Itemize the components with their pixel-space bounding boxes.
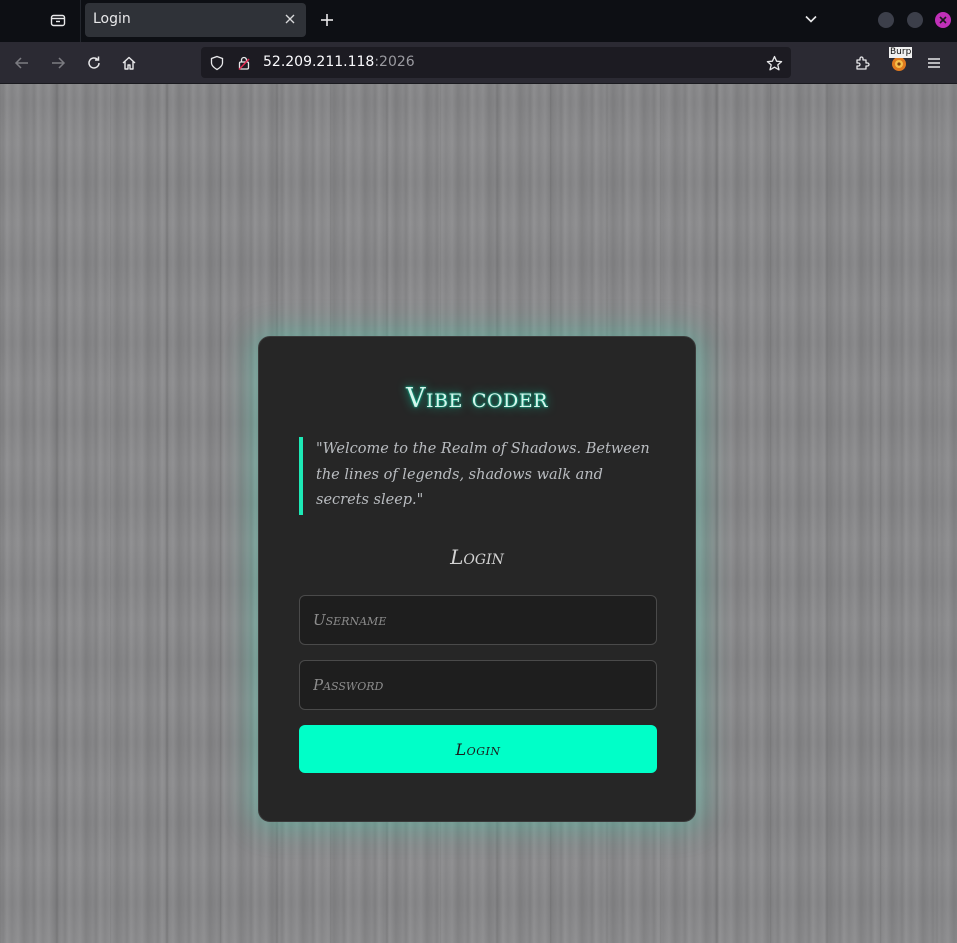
url-host: 52.209.211.118 <box>263 54 375 70</box>
login-card: Vibe coder "Welcome to the Realm of Shad… <box>258 336 696 822</box>
tab-title: Login <box>93 11 131 27</box>
extension-badge-label: Burp <box>889 47 913 58</box>
hamburger-menu-icon[interactable] <box>921 50 947 76</box>
navigation-toolbar: 52.209.211.118:2026 <box>0 42 957 84</box>
close-icon <box>939 16 947 24</box>
tab-bar: Login <box>0 0 957 42</box>
login-button[interactable]: Login <box>299 725 657 773</box>
back-arrow-icon[interactable] <box>9 50 35 76</box>
tab-login[interactable]: Login <box>85 3 306 37</box>
tab-separator <box>80 0 81 42</box>
plus-icon <box>321 14 333 26</box>
puzzle-icon[interactable] <box>849 50 875 76</box>
burp-extension-button[interactable]: Burp <box>889 47 913 73</box>
maximize-button[interactable] <box>907 12 923 28</box>
page-background: Vibe coder "Welcome to the Realm of Shad… <box>0 84 957 943</box>
shield-icon[interactable] <box>207 53 227 73</box>
home-icon[interactable] <box>116 50 142 76</box>
tab-list-icon[interactable] <box>44 8 72 32</box>
url-text[interactable]: 52.209.211.118:2026 <box>263 54 415 70</box>
star-icon[interactable] <box>764 53 784 73</box>
brand-title: Vibe coder <box>406 383 548 414</box>
url-port: :2026 <box>374 54 415 70</box>
chevron-down-icon[interactable] <box>801 9 821 29</box>
url-bar[interactable]: 52.209.211.118:2026 <box>201 47 791 78</box>
login-heading: Login <box>450 545 504 569</box>
minimize-button[interactable] <box>878 12 894 28</box>
username-input[interactable] <box>299 595 657 645</box>
window-close-button[interactable] <box>935 12 951 28</box>
forward-arrow-icon[interactable] <box>45 50 71 76</box>
password-input[interactable] <box>299 660 657 710</box>
welcome-quote: "Welcome to the Realm of Shadows. Betwee… <box>299 437 655 515</box>
lock-warning-icon[interactable] <box>234 53 254 73</box>
new-tab-button[interactable] <box>316 9 338 31</box>
close-icon[interactable] <box>282 11 298 27</box>
reload-icon[interactable] <box>81 50 107 76</box>
